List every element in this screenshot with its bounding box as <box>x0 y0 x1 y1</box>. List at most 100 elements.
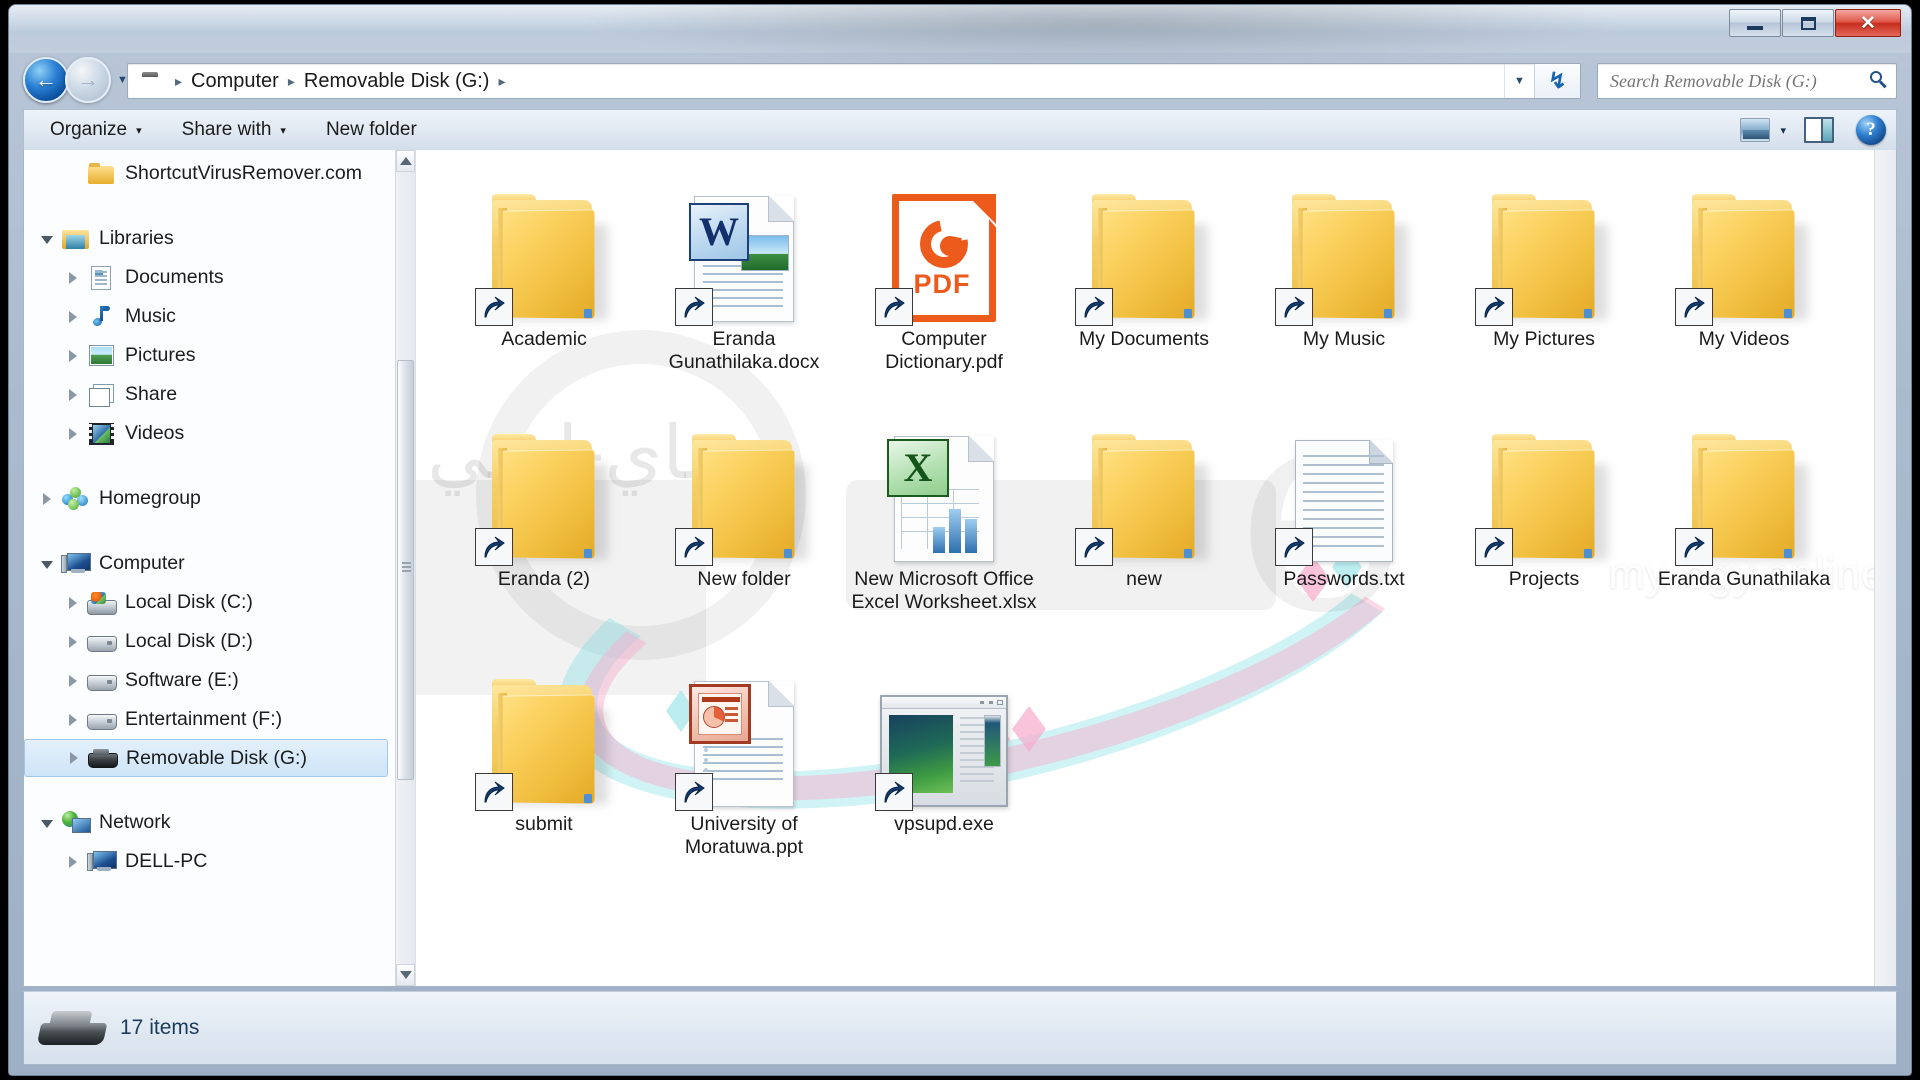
expand-chevron-icon[interactable] <box>60 713 86 726</box>
file-name-label: Eranda Gunathilaka.docx <box>668 328 820 373</box>
disk-icon <box>86 632 117 652</box>
file-icon-wrap: PDF <box>875 172 1009 326</box>
sidebar-item-label: Libraries <box>99 227 174 249</box>
file-name-label: Eranda Gunathilaka <box>1657 568 1831 590</box>
sidebar-item-documents[interactable]: Documents <box>24 258 396 297</box>
file-item[interactable]: Eranda (2) <box>444 404 644 649</box>
sidebar-item-label: Music <box>125 305 176 327</box>
expand-chevron-icon[interactable] <box>60 855 86 868</box>
sidebar-item-label: DELL-PC <box>125 850 208 872</box>
minimize-button[interactable] <box>1729 9 1781 37</box>
navigation-pane-scrollbar[interactable] <box>395 150 415 986</box>
sidebar-item-local-disk-c[interactable]: Local Disk (C:) <box>24 583 396 622</box>
expand-chevron-icon[interactable] <box>60 310 86 323</box>
sidebar-item-shortcutvirusremover-com[interactable]: ShortcutVirusRemover.com <box>24 154 396 193</box>
breadcrumb-item-computer[interactable]: Computer <box>189 70 281 93</box>
shortcut-arrow-icon <box>1675 288 1713 326</box>
address-dropdown-button[interactable]: ▼ <box>1504 64 1534 98</box>
close-icon: ✕ <box>1860 12 1876 34</box>
sidebar-item-homegroup[interactable]: Homegroup <box>24 479 396 518</box>
sidebar-item-music[interactable]: Music <box>24 297 396 336</box>
file-name-label: Computer Dictionary.pdf <box>885 328 1003 373</box>
sidebar-item-label: Entertainment (F:) <box>125 708 283 730</box>
file-item[interactable]: My Music <box>1244 164 1444 404</box>
file-item[interactable]: New folder <box>644 404 844 649</box>
scroll-down-button[interactable] <box>396 964 415 986</box>
sidebar-item-share[interactable]: Share <box>24 375 396 414</box>
back-button[interactable]: ← <box>23 57 69 103</box>
sidebar-item-computer[interactable]: Computer <box>24 544 396 583</box>
close-button[interactable]: ✕ <box>1835 9 1901 37</box>
file-item[interactable]: Passwords.txt <box>1244 404 1444 649</box>
shortcut-arrow-icon <box>675 288 713 326</box>
sidebar-item-dell-pc[interactable]: DELL-PC <box>24 842 396 881</box>
scroll-up-button[interactable] <box>396 150 415 172</box>
expand-chevron-icon[interactable] <box>61 752 87 764</box>
homegroup-icon <box>60 486 90 511</box>
file-item[interactable]: My Documents <box>1044 164 1244 404</box>
share-with-button[interactable]: Share with ▾ <box>168 115 300 145</box>
file-name-label: vpsupd.exe <box>894 813 994 835</box>
file-list-view[interactable]: ماي-ايجي e my-egy.online AcademicWEranda… <box>416 150 1896 986</box>
expand-chevron-icon[interactable] <box>60 635 86 648</box>
search-input[interactable] <box>1610 70 1868 92</box>
file-item[interactable]: X New Microsoft Office Excel Worksheet.xl… <box>844 404 1044 649</box>
help-icon[interactable]: ? <box>1856 115 1886 145</box>
file-icon-wrap <box>475 657 609 811</box>
window-controls: ✕ <box>1728 9 1901 39</box>
file-item[interactable]: University of Moratuwa.ppt <box>644 649 844 879</box>
sidebar-item-network[interactable]: Network <box>24 803 396 842</box>
file-item[interactable]: vpsupd.exe <box>844 649 1044 879</box>
computer-icon <box>60 552 91 576</box>
file-item[interactable]: submit <box>444 649 644 879</box>
computer-icon <box>86 850 117 874</box>
expand-chevron-icon[interactable] <box>34 492 60 505</box>
address-bar[interactable]: ▸ Computer ▸ Removable Disk (G:) ▸ ▼ ↯ <box>127 63 1581 99</box>
file-item[interactable]: Eranda Gunathilaka <box>1644 404 1844 649</box>
breadcrumb-item-removable-disk[interactable]: Removable Disk (G:) <box>302 70 492 93</box>
sidebar-item-label: Network <box>99 811 171 833</box>
file-item[interactable]: PDF Computer Dictionary.pdf <box>844 164 1044 404</box>
collapse-chevron-icon[interactable] <box>34 233 60 244</box>
sidebar-item-entertainment-f[interactable]: Entertainment (F:) <box>24 700 396 739</box>
file-icon-wrap <box>675 412 809 566</box>
collapse-chevron-icon[interactable] <box>34 817 60 828</box>
expand-chevron-icon[interactable] <box>60 349 86 362</box>
sidebar-item-removable-disk-g[interactable]: Removable Disk (G:) <box>24 739 388 777</box>
expand-chevron-icon[interactable] <box>60 427 86 440</box>
file-item[interactable]: new <box>1044 404 1244 649</box>
organize-button[interactable]: Organize ▾ <box>36 115 156 145</box>
file-icon-wrap <box>1075 172 1209 326</box>
sidebar-item-pictures[interactable]: Pictures <box>24 336 396 375</box>
sidebar-item-software-e[interactable]: Software (E:) <box>24 661 396 700</box>
forward-button[interactable]: → <box>65 57 111 103</box>
expand-chevron-icon[interactable] <box>60 271 86 284</box>
file-item[interactable]: My Videos <box>1644 164 1844 404</box>
refresh-button[interactable]: ↯ <box>1534 64 1580 98</box>
search-box[interactable] <box>1597 63 1897 99</box>
scrollbar-thumb[interactable] <box>397 360 414 780</box>
forward-arrow-icon: → <box>77 67 99 92</box>
sidebar-item-local-disk-d[interactable]: Local Disk (D:) <box>24 622 396 661</box>
file-item[interactable]: Projects <box>1444 404 1644 649</box>
expand-chevron-icon[interactable] <box>60 388 86 401</box>
change-view-icon[interactable] <box>1740 118 1771 142</box>
maximize-button[interactable] <box>1782 9 1834 37</box>
preview-pane-icon[interactable] <box>1804 117 1834 143</box>
sidebar-item-label: Videos <box>125 422 185 444</box>
new-folder-button[interactable]: New folder <box>312 115 431 145</box>
expand-chevron-icon[interactable] <box>60 596 86 609</box>
search-icon <box>1868 71 1888 91</box>
toolbar-right-group: ▾ ? <box>1740 115 1896 145</box>
breadcrumb-separator-2[interactable]: ▸ <box>498 73 505 90</box>
file-view-scrollbar[interactable] <box>1874 150 1896 986</box>
collapse-chevron-icon[interactable] <box>34 558 60 569</box>
file-item[interactable]: Academic <box>444 164 644 404</box>
sidebar-item-label: Homegroup <box>99 487 201 509</box>
file-item[interactable]: W Eranda Gunathilaka.docx <box>644 164 844 404</box>
sidebar-item-videos[interactable]: Videos <box>24 414 396 453</box>
chevron-down-icon[interactable]: ▾ <box>1780 124 1786 137</box>
expand-chevron-icon[interactable] <box>60 674 86 687</box>
file-item[interactable]: My Pictures <box>1444 164 1644 404</box>
sidebar-item-libraries[interactable]: Libraries <box>24 219 396 258</box>
